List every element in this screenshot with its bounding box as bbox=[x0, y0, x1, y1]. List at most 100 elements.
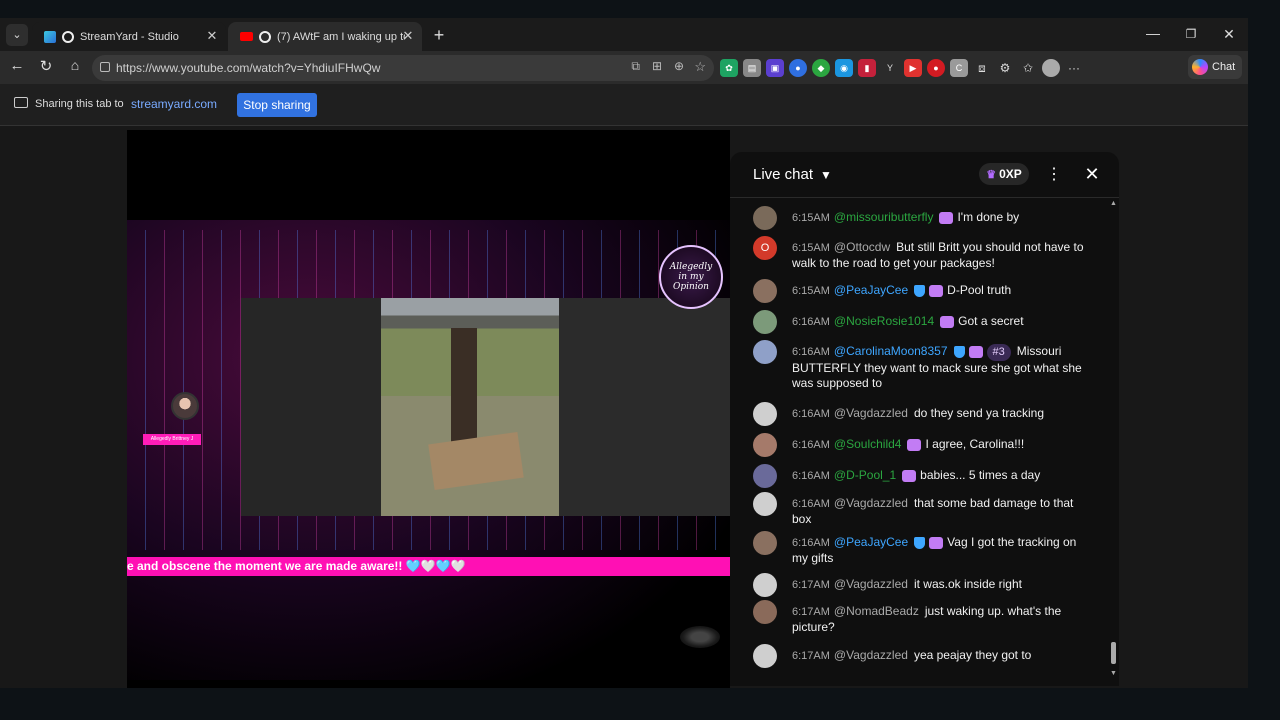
minimize-icon[interactable]: — bbox=[1142, 22, 1164, 46]
blurred-background-left bbox=[241, 298, 381, 516]
extension-icon-9[interactable]: ▶ bbox=[904, 59, 922, 77]
message-text: D-Pool truth bbox=[947, 283, 1012, 297]
chat-scrollbar[interactable]: ▲ ▼ bbox=[1110, 200, 1117, 677]
message-author[interactable]: @Ottocdw bbox=[834, 240, 890, 254]
avatar[interactable] bbox=[753, 492, 777, 516]
message-time: 6:15AM bbox=[792, 212, 830, 224]
favorites-icon[interactable]: ✩ bbox=[1019, 59, 1037, 77]
scroll-up-arrow-icon[interactable]: ▲ bbox=[1110, 200, 1117, 207]
avatar[interactable] bbox=[753, 340, 777, 364]
video-player[interactable]: Allegedly in my Opinion Allegedly Brittn… bbox=[127, 130, 730, 688]
more-options-icon[interactable]: ⋮ bbox=[1046, 164, 1062, 186]
channel-logo: Allegedly in my Opinion bbox=[659, 245, 723, 309]
restore-icon[interactable]: ❐ bbox=[1180, 22, 1202, 46]
ticker-text: e and obscene the moment we are made awa… bbox=[127, 559, 466, 573]
back-arrow-icon[interactable]: ← bbox=[8, 57, 26, 77]
message-time: 6:16AM bbox=[792, 439, 830, 451]
message-author[interactable]: @Vagdazzled bbox=[834, 577, 908, 591]
message-time: 6:17AM bbox=[792, 606, 830, 618]
extension-icon-4[interactable]: ● bbox=[789, 59, 807, 77]
address-bar[interactable]: https://www.youtube.com/watch?v=YhdiuIFH… bbox=[92, 55, 714, 81]
close-chat-icon[interactable]: ✕ bbox=[1082, 163, 1102, 185]
message-time: 6:16AM bbox=[792, 408, 830, 420]
message-text: I agree, Carolina!!! bbox=[925, 437, 1025, 451]
message-author[interactable]: @PeaJayCee bbox=[834, 283, 908, 297]
tab-title: (7) AWtF am I waking up to?? bbox=[277, 30, 405, 43]
message-body: 6:17AM @Vagdazzled yea peajay they got to bbox=[792, 648, 1092, 664]
new-tab-icon[interactable]: + bbox=[428, 22, 450, 48]
avatar[interactable] bbox=[753, 310, 777, 334]
home-icon[interactable]: ⌂ bbox=[66, 57, 84, 77]
favorite-star-icon[interactable]: ☆ bbox=[694, 59, 706, 75]
member-badge-icon bbox=[929, 536, 944, 549]
settings-sliders-icon[interactable]: ⚙ bbox=[996, 59, 1014, 77]
avatar[interactable] bbox=[753, 402, 777, 426]
tab-sharing-bar: Sharing this tab to streamyard.com Stop … bbox=[0, 84, 1248, 126]
ticker-banner: e and obscene the moment we are made awa… bbox=[127, 557, 730, 576]
avatar[interactable] bbox=[753, 644, 777, 668]
scrollbar-thumb[interactable] bbox=[1111, 642, 1116, 664]
copilot-page-icon[interactable]: ⧉ bbox=[631, 59, 640, 74]
tab-youtube[interactable]: (7) AWtF am I waking up to?? ✕ bbox=[228, 22, 422, 51]
message-author[interactable]: @NosieRosie1014 bbox=[834, 314, 934, 328]
extension-icon-2[interactable]: ▤ bbox=[743, 59, 761, 77]
extensions-puzzle-icon[interactable]: ⧈ bbox=[973, 59, 991, 77]
copilot-icon bbox=[1192, 59, 1208, 75]
browser-tab-strip: ⌄ StreamYard - Studio ✕ (7) AWtF am I wa… bbox=[0, 18, 1248, 51]
avatar[interactable] bbox=[753, 464, 777, 488]
avatar[interactable]: O bbox=[753, 236, 777, 260]
xp-badge[interactable]: ♛ 0XP bbox=[979, 163, 1029, 185]
mailbox-post bbox=[451, 328, 477, 448]
message-author[interactable]: @Vagdazzled bbox=[834, 648, 908, 662]
tab-list-dropdown-icon[interactable]: ⌄ bbox=[6, 24, 28, 46]
avatar[interactable] bbox=[753, 573, 777, 597]
stop-sharing-button[interactable]: Stop sharing bbox=[237, 93, 317, 117]
chevron-down-icon: ▼ bbox=[820, 167, 832, 182]
extension-icon-11[interactable]: C bbox=[950, 59, 968, 77]
avatar[interactable] bbox=[753, 531, 777, 555]
close-tab-icon[interactable]: ✕ bbox=[204, 28, 220, 44]
recording-dot-icon bbox=[62, 30, 74, 43]
tab-streamyard[interactable]: StreamYard - Studio ✕ bbox=[32, 22, 226, 51]
avatar[interactable] bbox=[753, 279, 777, 303]
extension-icon-8[interactable]: Y bbox=[881, 59, 899, 77]
message-author[interactable]: @CarolinaMoon8357 bbox=[834, 344, 948, 358]
logo-text: Allegedly in my Opinion bbox=[669, 262, 713, 292]
message-author[interactable]: @D-Pool_1 bbox=[834, 468, 896, 482]
message-time: 6:15AM bbox=[792, 285, 830, 297]
message-author[interactable]: @Soulchild4 bbox=[834, 437, 902, 451]
extension-icon-7[interactable]: ▮ bbox=[858, 59, 876, 77]
refresh-icon[interactable]: ↻ bbox=[37, 57, 55, 77]
message-text: do they send ya tracking bbox=[913, 406, 1045, 420]
message-body: 6:16AM @PeaJayCee Vag I got the tracking o… bbox=[792, 535, 1092, 566]
message-author[interactable]: @NomadBeadz bbox=[834, 604, 919, 618]
zoom-icon[interactable]: ⊕ bbox=[674, 59, 684, 73]
message-text: Got a secret bbox=[958, 314, 1024, 328]
scroll-down-arrow-icon[interactable]: ▼ bbox=[1110, 670, 1117, 677]
message-author[interactable]: @Vagdazzled bbox=[834, 406, 908, 420]
avatar[interactable] bbox=[753, 433, 777, 457]
profile-avatar[interactable] bbox=[1042, 59, 1060, 77]
close-window-icon[interactable]: ✕ bbox=[1218, 22, 1240, 46]
lock-icon bbox=[100, 62, 110, 72]
avatar[interactable] bbox=[753, 600, 777, 624]
message-body: 6:16AM @NosieRosie1014 Got a secret bbox=[792, 314, 1092, 330]
close-tab-icon[interactable]: ✕ bbox=[400, 28, 416, 44]
avatar[interactable] bbox=[753, 206, 777, 230]
extension-icon-6[interactable]: ◉ bbox=[835, 59, 853, 77]
extension-icon-5[interactable]: ◆ bbox=[812, 59, 830, 77]
chat-mode-dropdown[interactable]: Live chat ▼ bbox=[753, 166, 832, 183]
streamyard-link[interactable]: streamyard.com bbox=[131, 97, 217, 111]
app-icon[interactable]: ⊞ bbox=[652, 59, 662, 73]
message-author[interactable]: @PeaJayCee bbox=[834, 535, 908, 549]
blurred-background-right bbox=[559, 298, 730, 516]
extension-icon-1[interactable]: ✿ bbox=[720, 59, 738, 77]
more-dots-icon[interactable]: ··· bbox=[1065, 59, 1083, 77]
message-author[interactable]: @Vagdazzled bbox=[834, 496, 908, 510]
copilot-chat-button[interactable]: Chat bbox=[1188, 55, 1242, 79]
extension-icon-3[interactable]: ▣ bbox=[766, 59, 784, 77]
member-badge-icon bbox=[939, 211, 954, 224]
message-body: 6:16AM @Vagdazzled that some bad damage to… bbox=[792, 496, 1092, 527]
extension-icon-10[interactable]: ● bbox=[927, 59, 945, 77]
message-author[interactable]: @missouributterfly bbox=[834, 210, 934, 224]
